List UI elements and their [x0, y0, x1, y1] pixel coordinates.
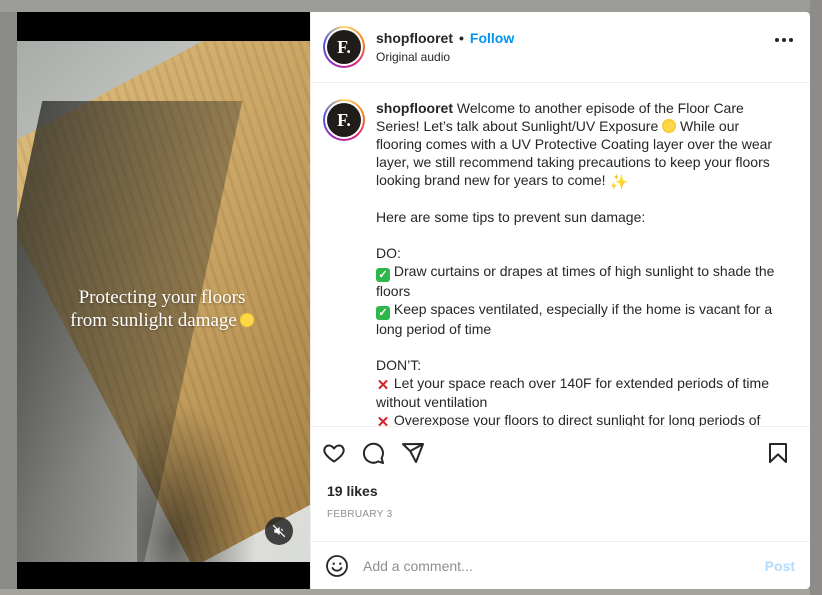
comment-icon — [362, 442, 384, 464]
more-options-icon — [775, 38, 779, 42]
cross-mark-icon: ✕ — [376, 377, 390, 394]
likes-count[interactable]: 19 likes — [327, 483, 378, 499]
backdrop-strip-bottom — [0, 589, 822, 595]
sparkle-emoji-icon: ✨ — [609, 174, 629, 191]
check-mark-icon: ✓ — [376, 268, 390, 282]
avatar[interactable]: F. — [323, 26, 365, 68]
cross-mark-icon: ✕ — [376, 414, 390, 426]
share-button[interactable] — [400, 440, 426, 466]
post-modal: Protecting your floors from sunlight dam… — [17, 12, 810, 589]
post-date[interactable]: FEBRUARY 3 — [327, 509, 392, 520]
speaker-muted-icon — [272, 524, 286, 538]
post-header: F. shopflooret • Follow Original audio — [311, 12, 810, 83]
video-frame[interactable]: Protecting your floors from sunlight dam… — [17, 41, 310, 562]
action-bar: 19 likes FEBRUARY 3 — [311, 426, 810, 520]
username-link[interactable]: shopflooret — [376, 30, 453, 46]
like-button[interactable] — [321, 440, 347, 466]
sun-emoji-icon — [662, 119, 677, 133]
backdrop-right — [810, 0, 822, 595]
bookmark-icon — [769, 443, 787, 463]
separator-dot: • — [459, 30, 464, 46]
follow-button[interactable]: Follow — [470, 30, 514, 46]
mute-button[interactable] — [265, 517, 293, 545]
more-options-button[interactable] — [775, 38, 793, 42]
video-caption: Protecting your floors from sunlight dam… — [37, 286, 287, 332]
comment-button[interactable] — [360, 440, 386, 466]
video-caption-line1: Protecting your floors — [78, 287, 246, 308]
post-caption: shopflooret Welcome to another episode o… — [376, 99, 776, 426]
video-caption-line2: from sunlight damage — [70, 310, 237, 331]
caption-username[interactable]: shopflooret — [376, 100, 453, 116]
backdrop-strip — [0, 0, 822, 12]
smiley-icon[interactable] — [325, 554, 349, 578]
caption-avatar[interactable]: F. — [323, 99, 365, 141]
send-icon — [402, 443, 424, 463]
post-comment-button[interactable]: Post — [765, 558, 795, 574]
caption-section: F. shopflooret Welcome to another episod… — [311, 84, 810, 426]
shadow-blob — [137, 401, 257, 562]
post-sidebar: F. shopflooret • Follow Original audio F… — [310, 12, 810, 589]
caption-avatar-logo: F. — [327, 103, 361, 137]
heart-icon — [323, 444, 345, 463]
post-media[interactable]: Protecting your floors from sunlight dam… — [17, 12, 310, 589]
avatar-logo: F. — [327, 30, 361, 64]
audio-link[interactable]: Original audio — [376, 50, 514, 64]
check-mark-icon: ✓ — [376, 306, 390, 320]
save-button[interactable] — [765, 440, 791, 466]
comment-input[interactable] — [363, 557, 765, 574]
comment-form: Post — [311, 541, 810, 589]
sun-emoji-icon — [239, 313, 254, 327]
